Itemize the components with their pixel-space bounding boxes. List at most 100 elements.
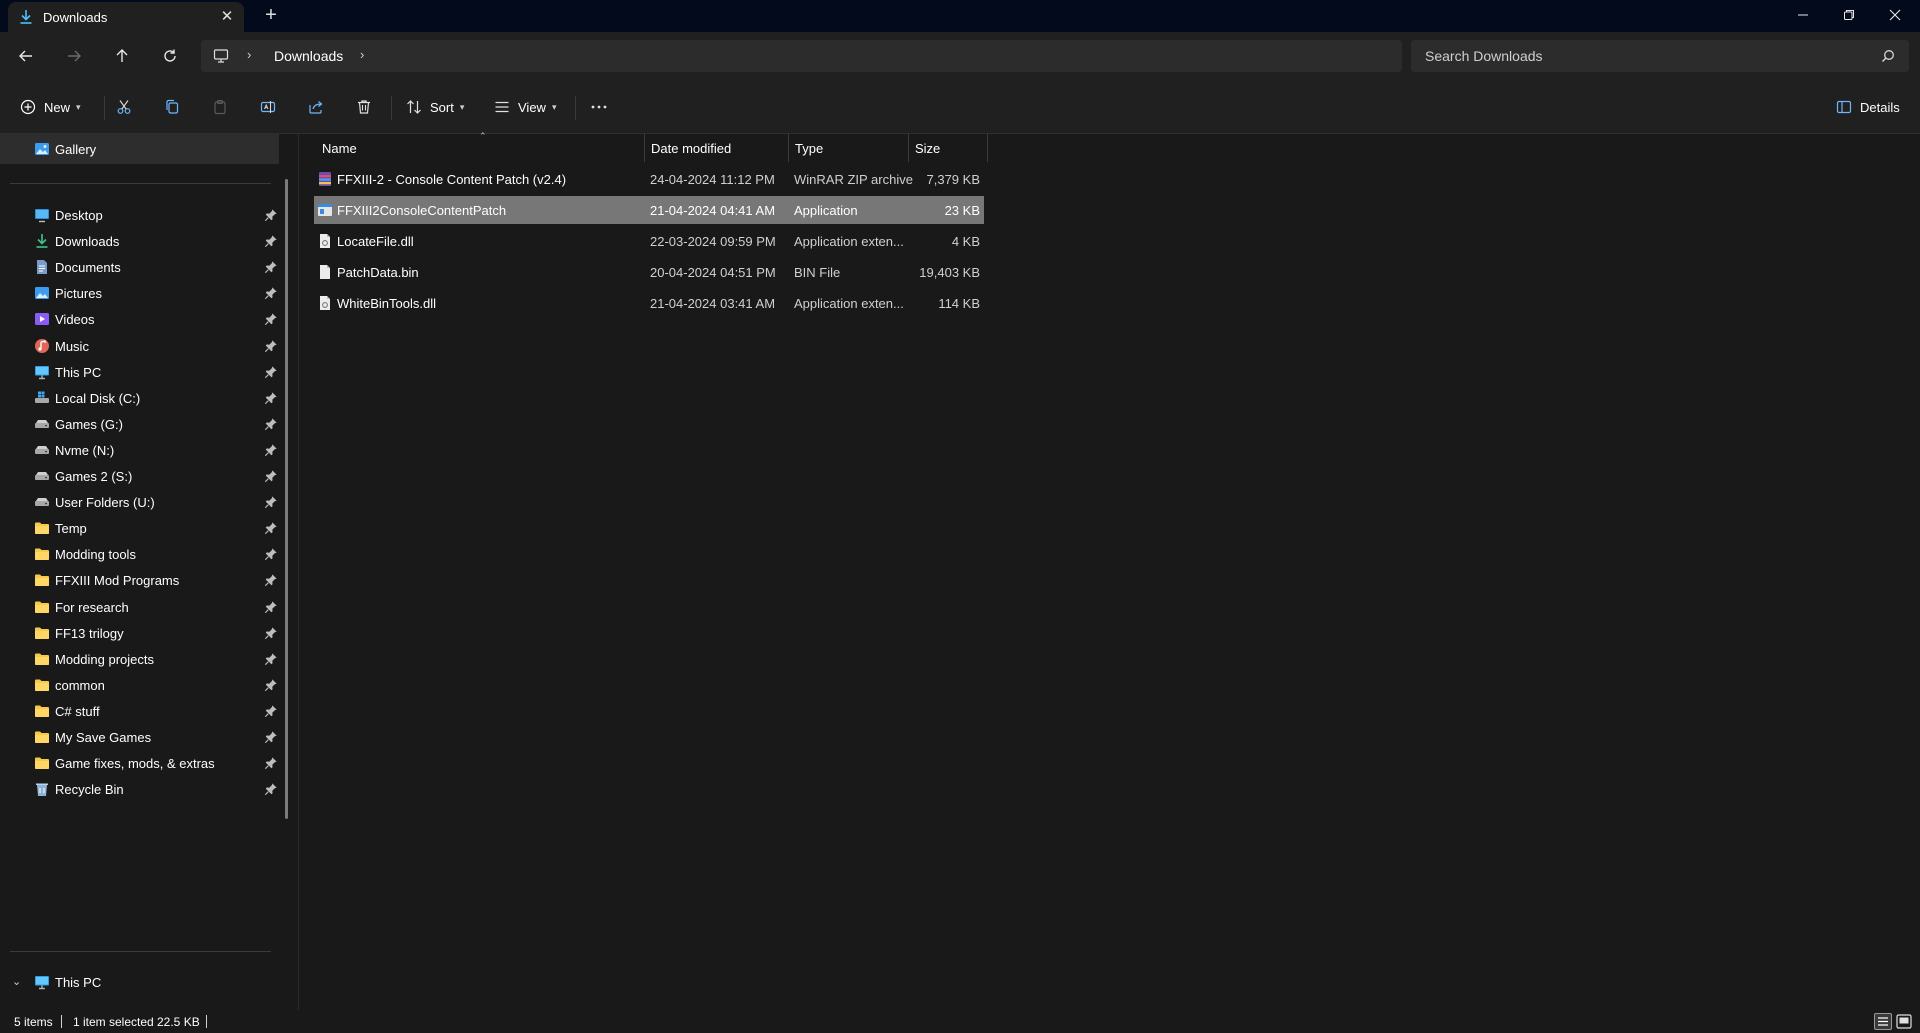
paste-button[interactable]	[212, 94, 228, 120]
sidebar-item-label: Games 2 (S:)	[55, 469, 133, 484]
file-size: 114 KB	[938, 296, 980, 311]
details-button[interactable]: Details	[1836, 94, 1900, 120]
sidebar-item-label: Temp	[55, 521, 87, 537]
up-button[interactable]	[109, 43, 135, 69]
new-label: New	[44, 99, 71, 115]
pin-icon[interactable]	[264, 443, 278, 457]
pin-icon[interactable]	[264, 417, 278, 431]
pin-icon[interactable]	[264, 678, 278, 692]
sidebar-item-recycle-bin[interactable]: Recycle Bin	[0, 774, 279, 804]
copy-button[interactable]	[164, 94, 180, 120]
file-name: FFXIII-2 - Console Content Patch (v2.4)	[337, 172, 567, 187]
search-box[interactable]	[1411, 40, 1909, 72]
share-icon	[309, 101, 323, 114]
sidebar-item-label: FFXIII Mod Programs	[55, 573, 180, 589]
column-header-size[interactable]: Size	[908, 134, 986, 162]
address-bar[interactable]: › Downloads ›	[201, 40, 1402, 72]
file-row[interactable]: FFXIII-2 - Console Content Patch (v2.4) 2…	[314, 165, 984, 193]
pin-icon[interactable]	[264, 469, 278, 483]
tab-downloads[interactable]: Downloads ✕	[8, 2, 244, 32]
refresh-button[interactable]	[157, 43, 183, 69]
column-divider[interactable]	[987, 134, 988, 162]
sidebar-item-label: FF13 trilogy	[55, 625, 124, 641]
search-input[interactable]	[1411, 40, 1871, 72]
sidebar-item-label: Game fixes, mods, & extras	[55, 756, 215, 772]
search-icon[interactable]	[1881, 49, 1895, 63]
new-tab-button[interactable]: +	[260, 5, 282, 27]
file-size: 23 KB	[944, 203, 980, 218]
chevron-right-icon[interactable]: ›	[247, 47, 251, 62]
toolbar-divider	[104, 96, 105, 120]
file-type: BIN File	[794, 265, 841, 280]
chevron-down-icon[interactable]: ⌄	[12, 975, 21, 988]
pin-icon[interactable]	[264, 573, 278, 587]
pin-icon[interactable]	[264, 756, 278, 770]
new-button[interactable]: New ▾	[20, 94, 81, 120]
download-icon	[20, 10, 32, 24]
pin-icon[interactable]	[264, 208, 278, 222]
chevron-right-icon[interactable]: ›	[360, 47, 364, 62]
share-button[interactable]	[308, 94, 324, 120]
file-row[interactable]: LocateFile.dll 22-03-2024 09:59 PM Applica…	[314, 227, 984, 255]
breadcrumb-downloads[interactable]: Downloads	[274, 48, 343, 64]
pin-icon[interactable]	[264, 782, 278, 796]
back-button[interactable]	[13, 43, 39, 69]
pin-icon[interactable]	[264, 234, 278, 248]
details-view-icon[interactable]	[1874, 1013, 1892, 1030]
pin-icon[interactable]	[264, 547, 278, 561]
file-row[interactable]: WhiteBinTools.dll 21-04-2024 03:41 AM Appl…	[314, 289, 984, 317]
sidebar-item-label: Nvme (N:)	[55, 442, 115, 458]
delete-button[interactable]	[356, 94, 372, 120]
rename-icon	[260, 101, 276, 113]
pin-icon[interactable]	[264, 312, 278, 326]
videos-icon	[35, 313, 49, 326]
pin-icon[interactable]	[264, 521, 278, 535]
windows-drive-icon	[35, 391, 49, 403]
file-row[interactable]: FFXIII2ConsoleContentPatch 21-04-2024 04:…	[314, 196, 984, 224]
sidebar-item-label: My Save Games	[55, 730, 152, 745]
pin-icon[interactable]	[264, 495, 278, 509]
column-header-name[interactable]: Name	[315, 134, 641, 162]
restore-button[interactable]	[1826, 0, 1872, 30]
close-tab-button[interactable]: ✕	[218, 8, 236, 26]
pin-icon[interactable]	[264, 260, 278, 274]
details-label: Details	[1860, 99, 1900, 115]
pin-icon[interactable]	[264, 652, 278, 666]
toolbar-divider	[575, 96, 576, 120]
close-window-button[interactable]	[1872, 0, 1918, 30]
pin-icon[interactable]	[264, 391, 278, 405]
file-type: Application exten...	[794, 234, 904, 249]
sidebar-item-this-pc-tree[interactable]: ⌄ This PC	[0, 967, 279, 997]
rename-button[interactable]	[260, 94, 276, 120]
sidebar-item-gallery[interactable]: Gallery	[0, 134, 279, 164]
pin-icon[interactable]	[264, 626, 278, 640]
column-header-date[interactable]: Date modified	[644, 134, 787, 162]
cut-button[interactable]	[116, 94, 132, 120]
pc-icon	[35, 976, 49, 990]
back-arrow-icon	[19, 50, 32, 62]
sort-button[interactable]: Sort ▾	[406, 94, 464, 120]
pin-icon[interactable]	[264, 339, 278, 353]
status-divider	[206, 1015, 207, 1028]
minimize-button[interactable]	[1780, 0, 1826, 30]
pin-icon[interactable]	[264, 704, 278, 718]
file-row[interactable]: PatchData.bin 20-04-2024 04:51 PM BIN File…	[314, 258, 984, 286]
view-button[interactable]: View ▾	[494, 94, 556, 120]
pin-icon[interactable]	[264, 600, 278, 614]
column-header-type[interactable]: Type	[788, 134, 907, 162]
drive-icon	[35, 445, 49, 454]
sidebar-item-label: For research	[55, 599, 129, 615]
pin-icon[interactable]	[264, 286, 278, 300]
pin-icon[interactable]	[264, 365, 278, 379]
sidebar-scrollbar[interactable]	[285, 179, 288, 819]
forward-button[interactable]	[61, 43, 87, 69]
plus-circle-icon	[20, 99, 36, 115]
tab-title: Downloads	[43, 10, 108, 25]
pin-icon[interactable]	[264, 730, 278, 744]
tiles-view-icon[interactable]	[1895, 1013, 1913, 1030]
more-options-button[interactable]	[590, 94, 608, 120]
file-type: Application	[794, 203, 858, 218]
refresh-icon	[164, 49, 176, 62]
sidebar-item-label: C# stuff	[55, 703, 100, 719]
monitor-icon	[213, 49, 229, 63]
